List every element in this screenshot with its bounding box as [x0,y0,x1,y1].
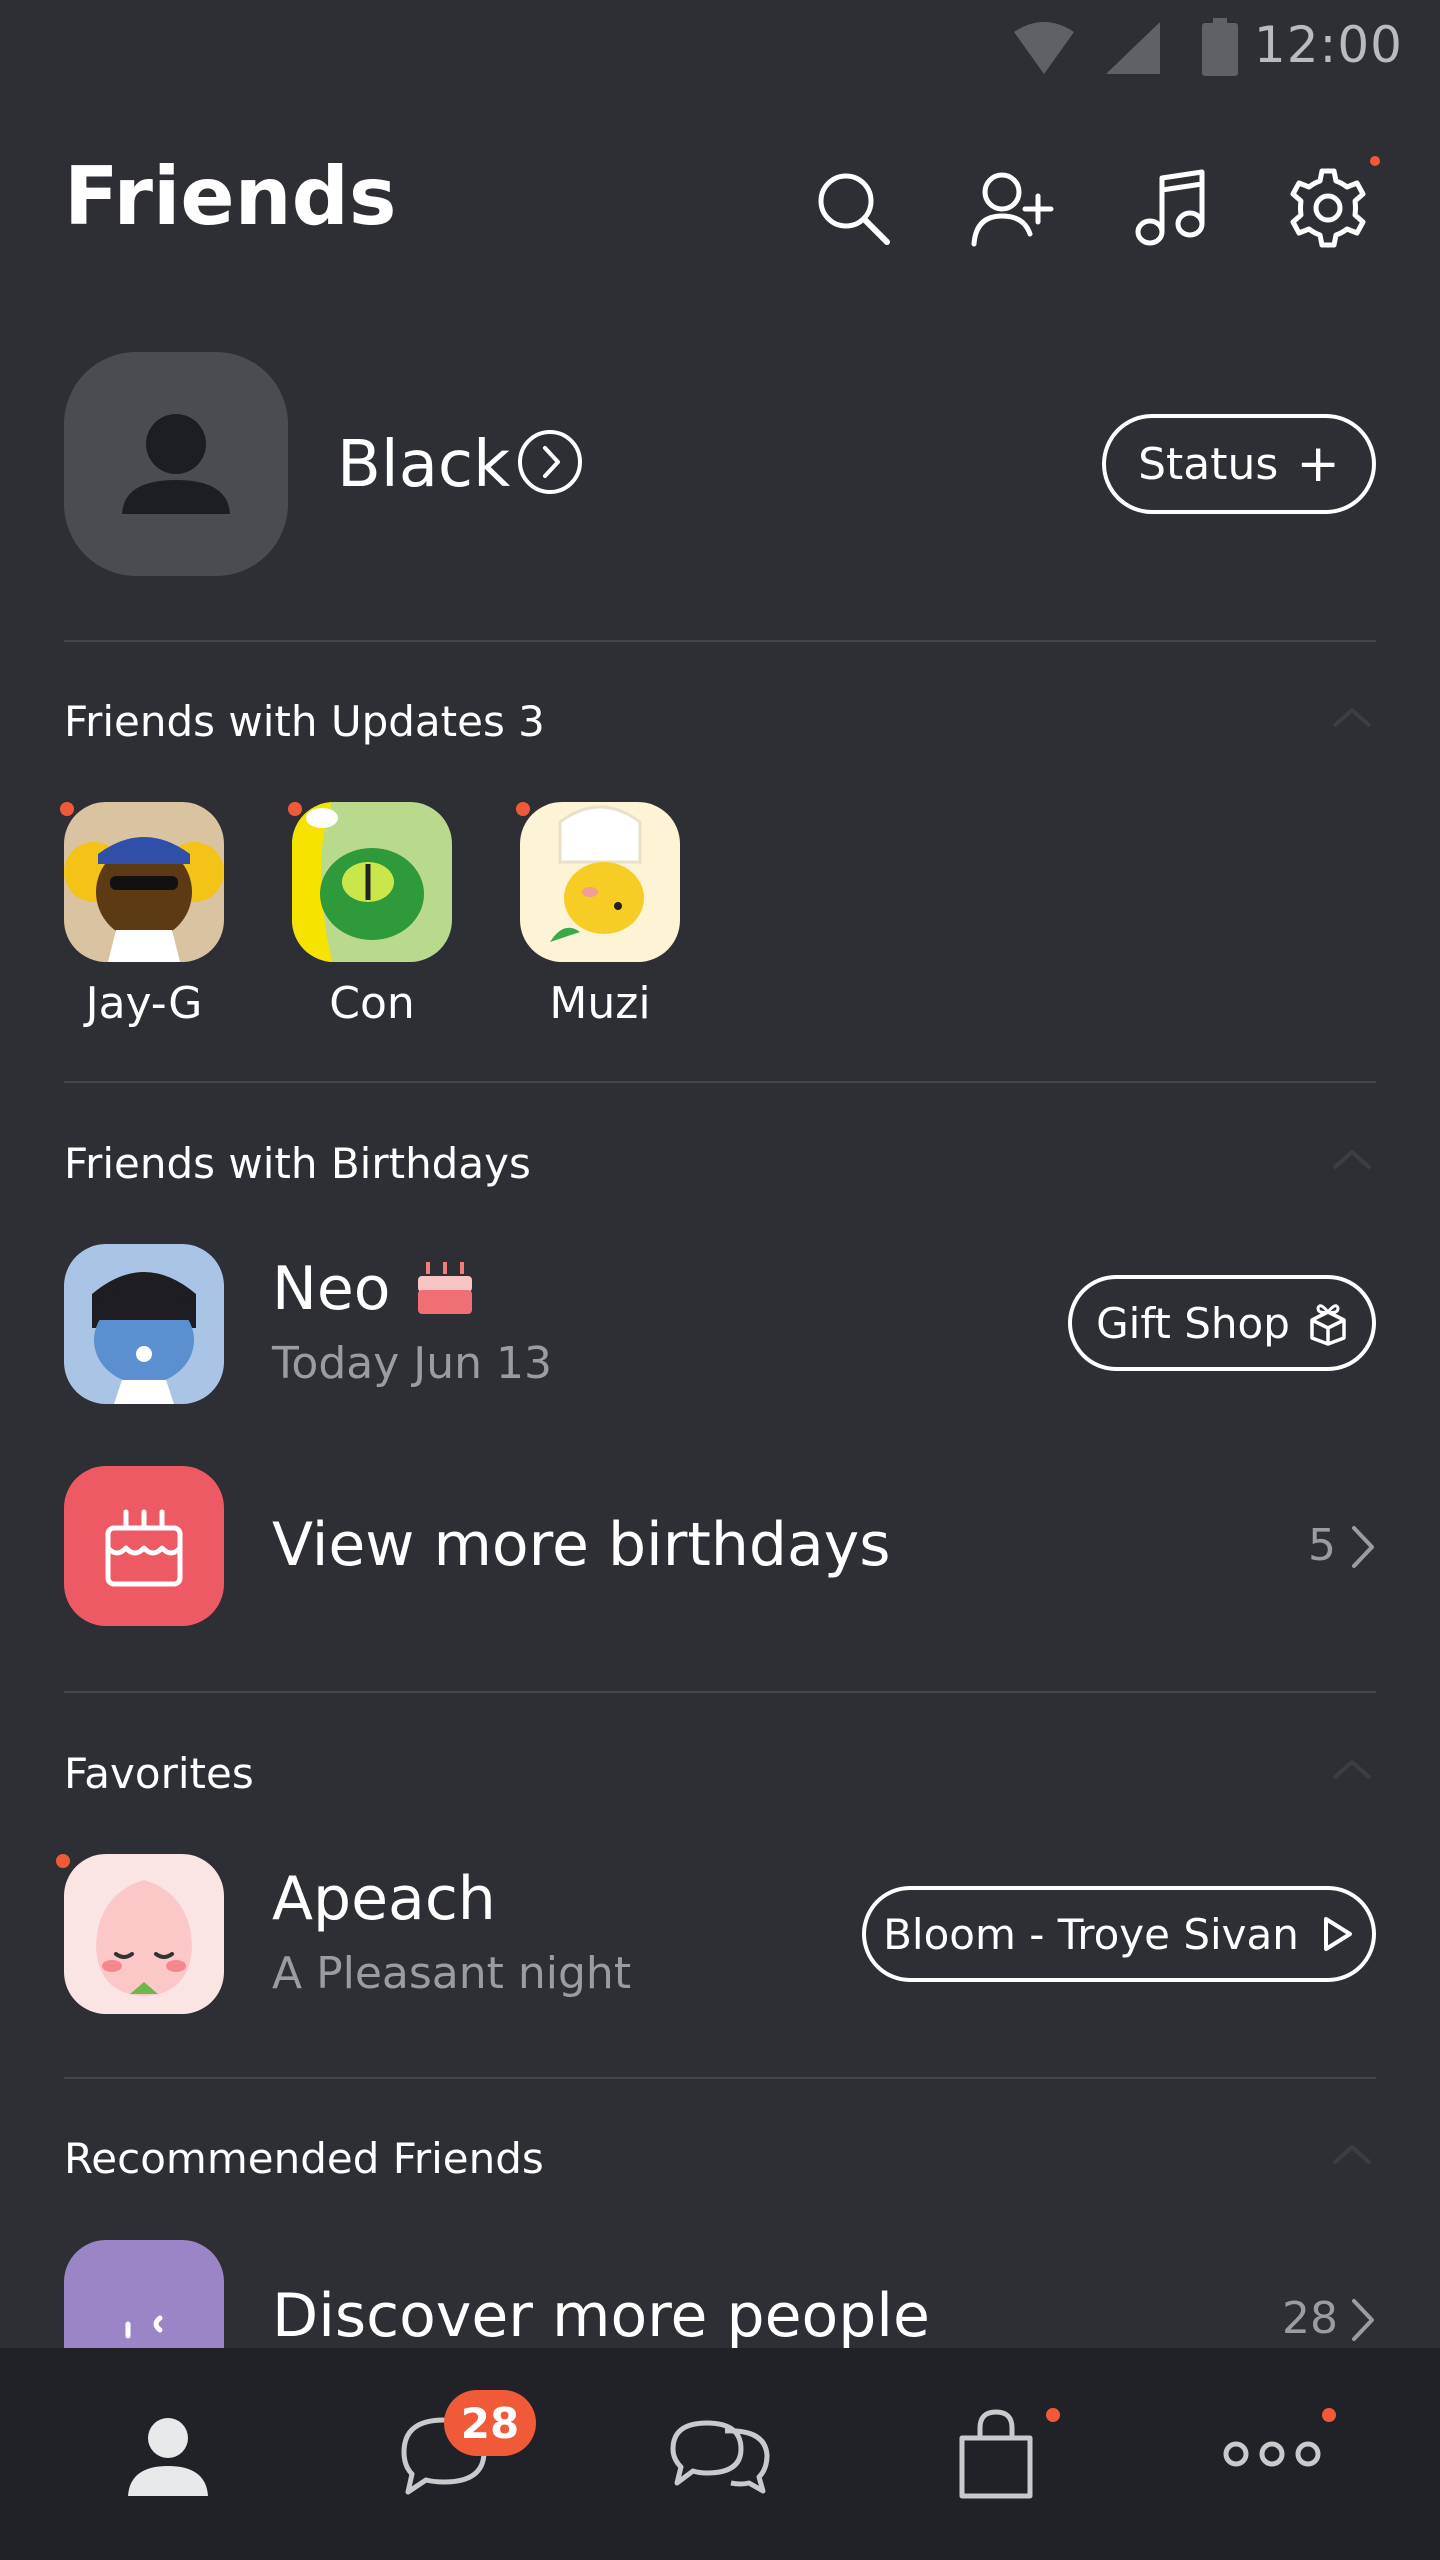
con-update-dot [288,802,302,816]
collapse-caret-icon[interactable] [1330,1758,1374,1782]
update-avatar-jay-g[interactable] [64,802,224,962]
plus-icon: + [1296,434,1340,494]
recommended-section-label: Recommended Friends [64,2134,544,2183]
add-friend-button[interactable] [963,158,1063,258]
shopping-bag-icon [959,2409,1033,2499]
chevron-right-icon[interactable] [1350,2297,1376,2343]
birthday-friend-name: Neo [272,1254,391,1324]
search-icon [818,173,890,245]
shopping-notification-dot [1046,2408,1060,2422]
muzi-character-icon [550,805,644,942]
settings-notification-dot [1370,156,1380,166]
tab-friends[interactable] [24,2348,312,2560]
add-friend-icon [971,172,1054,247]
birthday-date: Today Jun 13 [272,1338,552,1389]
gift-shop-button[interactable]: Gift Shop [1068,1275,1376,1371]
apeach-update-dot [56,1854,70,1868]
update-name-con: Con [329,978,415,1029]
birthday-cake-icon [418,1262,472,1314]
person-icon [122,414,230,514]
collapse-caret-icon[interactable] [1330,2143,1374,2167]
view-more-birthdays-icon-tile[interactable] [64,1466,224,1626]
tab-shopping[interactable] [852,2348,1140,2560]
update-avatar-muzi[interactable] [520,802,680,962]
con-character-icon [292,802,424,962]
favorite-avatar-apeach[interactable] [64,1854,224,2014]
neo-character-icon [92,1272,196,1404]
update-name-jay-g: Jay-G [85,978,203,1029]
tab-chats[interactable]: 28 [300,2348,588,2560]
chats-unread-badge: 28 [444,2390,536,2456]
update-avatar-con[interactable] [292,802,452,962]
open-chat-icon [670,2420,770,2494]
battery-icon [1202,18,1238,76]
search-button[interactable] [803,158,903,258]
music-note-icon [1135,169,1205,246]
gear-icon [1290,168,1366,248]
discover-more-people-count: 28 [1282,2293,1338,2344]
gift-shop-label: Gift Shop [1096,1298,1290,1348]
favorite-friend-name: Apeach [272,1864,496,1934]
tab-more[interactable] [1128,2348,1416,2560]
my-profile-avatar[interactable] [64,352,288,576]
updates-section-label: Friends with Updates 3 [64,697,545,746]
favorites-section-label: Favorites [64,1749,254,1798]
signal-icon [1106,22,1160,74]
collapse-caret-icon[interactable] [1330,1148,1374,1172]
jay-g-update-dot [60,802,74,816]
music-profile-label: Bloom - Troye Sivan [883,1909,1299,1959]
tab-openchat[interactable] [576,2348,864,2560]
view-more-birthdays-count: 5 [1308,1520,1336,1571]
divider [64,1081,1376,1083]
chevron-right-circle-icon[interactable] [516,428,584,496]
discover-more-people-label[interactable]: Discover more people [272,2281,930,2351]
collapse-caret-icon[interactable] [1330,706,1374,730]
birthday-avatar-neo[interactable] [64,1244,224,1404]
chevron-right-icon[interactable] [1350,1524,1376,1570]
play-icon [1323,1917,1352,1951]
settings-button[interactable] [1278,156,1380,258]
more-notification-dot [1322,2408,1336,2422]
birthday-cake-icon [105,1509,183,1587]
favorite-friend-status: A Pleasant night [272,1948,632,1999]
divider [64,2077,1376,2079]
status-button[interactable]: Status + [1102,414,1376,514]
view-more-birthdays-label[interactable]: View more birthdays [272,1510,891,1580]
birthdays-section-label: Friends with Birthdays [64,1139,531,1188]
divider [64,640,1376,642]
music-button[interactable] [1120,158,1220,258]
update-name-muzi: Muzi [549,978,651,1029]
apeach-character-icon [96,1880,192,1996]
person-filled-icon [128,2418,208,2496]
muzi-update-dot [516,802,530,816]
more-horizontal-icon [1223,2441,1321,2467]
gift-icon [1310,1304,1346,1346]
wifi-icon [1014,22,1074,74]
divider [64,1691,1376,1693]
bottom-tab-bar: 28 [0,2348,1440,2560]
my-profile-name[interactable]: Black [337,428,510,502]
music-profile-button[interactable]: Bloom - Troye Sivan [862,1886,1376,1982]
status-time: 12:00 [1253,16,1403,74]
jay-g-character-icon [64,837,224,962]
page-title: Friends [64,150,397,243]
status-bar: 12:00 [0,0,1440,100]
status-button-label: Status [1138,438,1279,490]
